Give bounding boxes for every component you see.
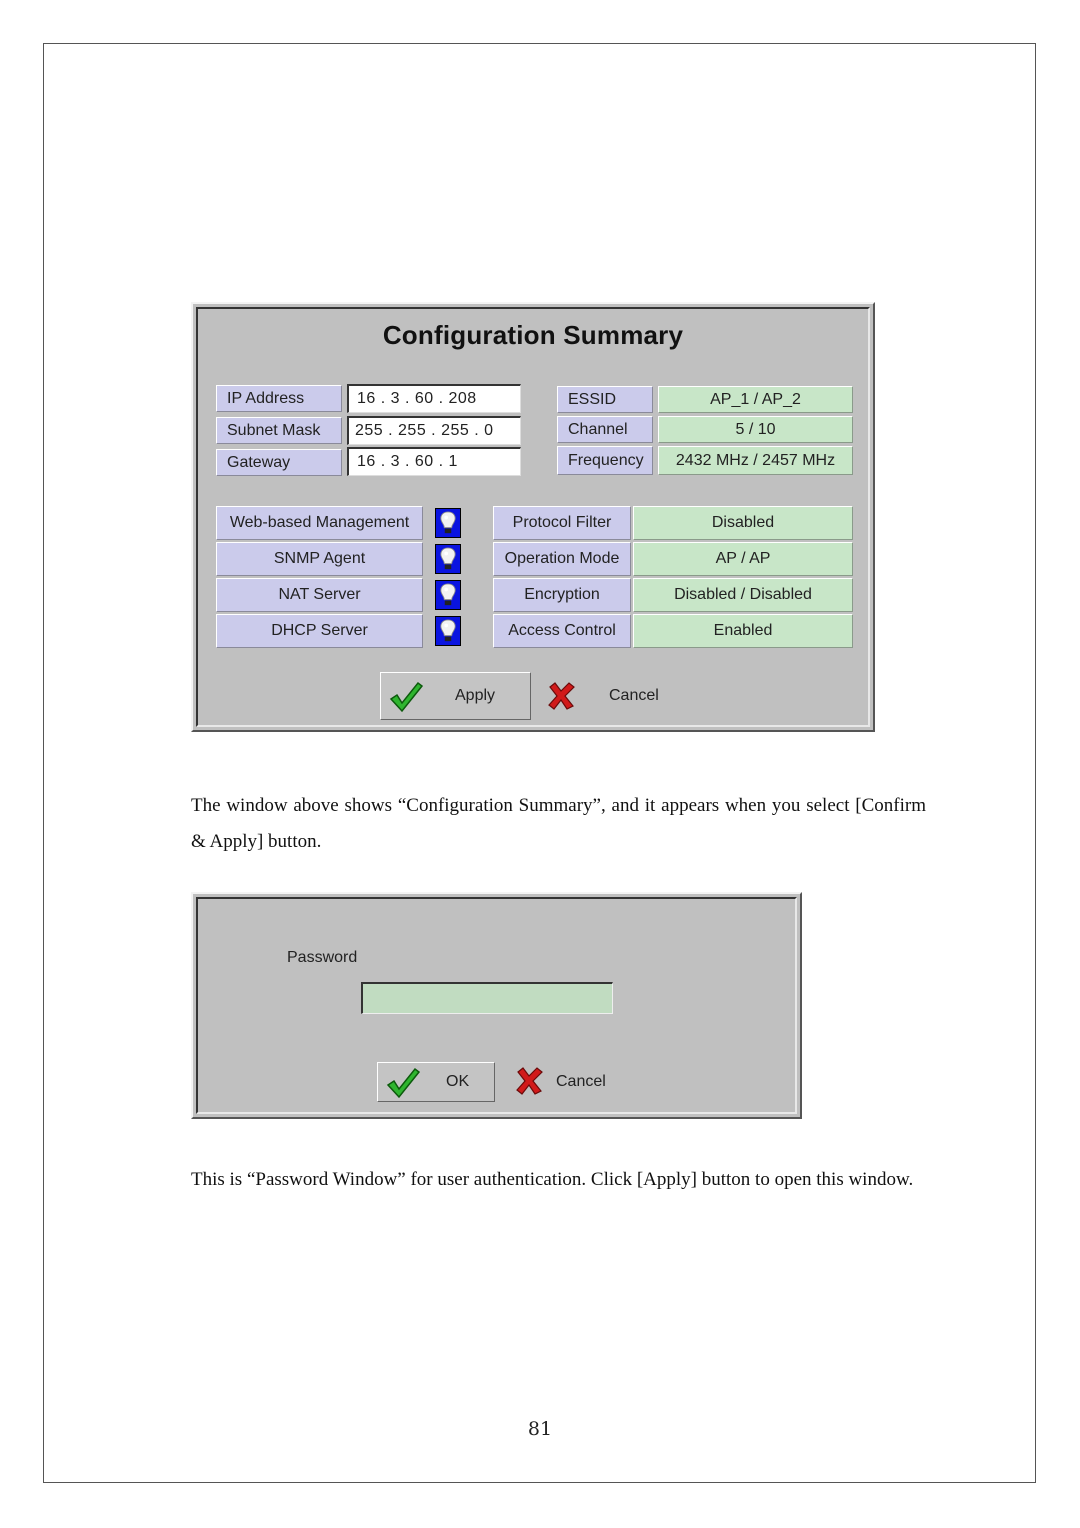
apply-button[interactable]: Apply	[380, 672, 531, 720]
cancel-button[interactable]: Cancel	[609, 687, 659, 705]
x-icon[interactable]	[515, 1066, 543, 1096]
protocol-filter-value: Disabled	[633, 506, 853, 540]
ok-button[interactable]: OK	[377, 1062, 495, 1102]
encryption-value: Disabled / Disabled	[633, 578, 853, 612]
page-number: 81	[527, 1418, 553, 1440]
access-control-label: Access Control	[493, 614, 631, 648]
encryption-label: Encryption	[493, 578, 631, 612]
snmp-agent-label: SNMP Agent	[216, 542, 423, 576]
lightbulb-icon	[435, 580, 461, 610]
essid-value: AP_1 / AP_2	[658, 386, 853, 413]
gateway-label: Gateway	[216, 449, 342, 476]
password-cancel-button[interactable]: Cancel	[556, 1073, 606, 1091]
subnet-mask-label: Subnet Mask	[216, 417, 342, 444]
configuration-summary-window: Configuration Summary IP Address Subnet …	[191, 302, 875, 732]
ip-address-value: 16 . 3 . 60 . 208	[347, 384, 521, 413]
operation-mode-value: AP / AP	[633, 542, 853, 576]
lightbulb-icon	[435, 616, 461, 646]
nat-server-label: NAT Server	[216, 578, 423, 612]
gateway-value: 16 . 3 . 60 . 1	[347, 447, 521, 476]
frequency-label: Frequency	[557, 446, 653, 475]
channel-label: Channel	[557, 416, 653, 443]
dhcp-server-label: DHCP Server	[216, 614, 423, 648]
password-window: Password OK Cancel	[191, 892, 802, 1119]
check-icon	[389, 681, 423, 713]
password-input[interactable]	[361, 982, 613, 1014]
password-label: Password	[287, 949, 358, 966]
x-icon[interactable]	[547, 682, 575, 710]
ok-label: OK	[446, 1073, 470, 1090]
lightbulb-icon	[435, 508, 461, 538]
web-management-label: Web-based Management	[216, 506, 423, 540]
protocol-filter-label: Protocol Filter	[493, 506, 631, 540]
frequency-value: 2432 MHz / 2457 MHz	[658, 446, 853, 475]
ip-address-label: IP Address	[216, 385, 342, 412]
access-control-value: Enabled	[633, 614, 853, 648]
subnet-mask-value: 255 . 255 . 255 . 0	[347, 416, 521, 445]
check-icon	[386, 1067, 420, 1099]
paragraph-config-description: The window above shows “Configuration Su…	[191, 795, 926, 852]
channel-value: 5 / 10	[658, 416, 853, 443]
apply-label: Apply	[455, 687, 496, 704]
paragraph-password-description: This is “Password Window” for user authe…	[191, 1169, 914, 1190]
page-border	[43, 43, 1036, 1483]
operation-mode-label: Operation Mode	[493, 542, 631, 576]
lightbulb-icon	[435, 544, 461, 574]
window-title: Configuration Summary	[382, 320, 684, 350]
essid-label: ESSID	[557, 386, 653, 413]
